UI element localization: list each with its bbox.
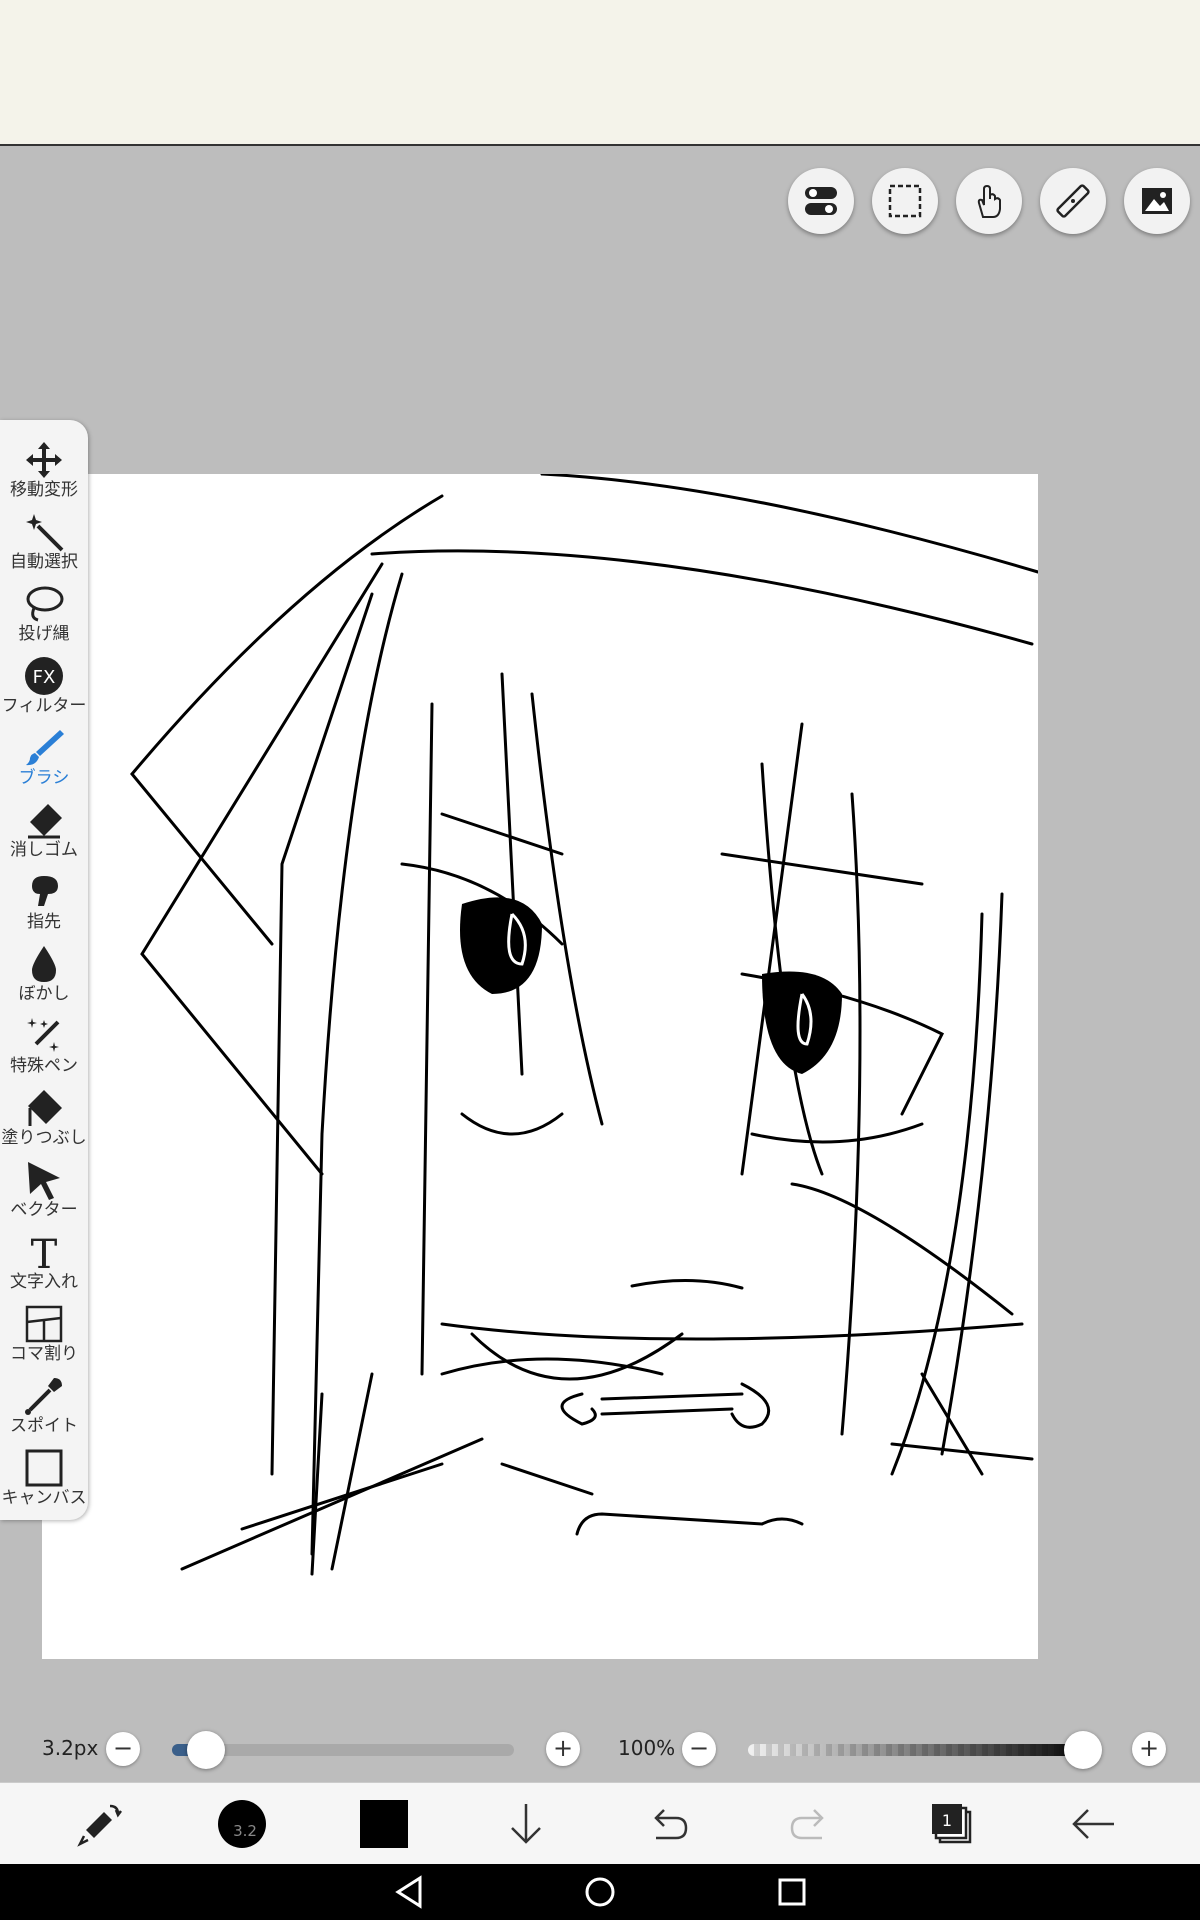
magic-wand-icon bbox=[26, 514, 64, 552]
panel-icon bbox=[25, 1305, 63, 1343]
tool-bucket-fill[interactable]: 塗りつぶし bbox=[0, 1078, 88, 1150]
layers-icon: 1 bbox=[932, 1804, 972, 1844]
brush-size-decrease-button[interactable]: − bbox=[106, 1732, 140, 1766]
tool-move-transform[interactable]: 移動変形 bbox=[0, 430, 88, 502]
tool-eraser[interactable]: 消しゴム bbox=[0, 790, 88, 862]
tool-label: ブラシ bbox=[18, 768, 70, 788]
tool-special-pen[interactable]: 特殊ペン bbox=[0, 1006, 88, 1078]
tool-label: コマ割り bbox=[10, 1344, 78, 1364]
brush-icon bbox=[26, 730, 64, 766]
bottom-toolbar: 3.2 1 bbox=[0, 1782, 1200, 1865]
finger-icon bbox=[32, 876, 58, 906]
opacity-decrease-button[interactable]: − bbox=[682, 1732, 716, 1766]
gesture-button[interactable] bbox=[956, 168, 1022, 234]
toggle-settings-button[interactable] bbox=[788, 168, 854, 234]
svg-text:FX: FX bbox=[33, 667, 56, 688]
tool-label: 投げ縄 bbox=[18, 624, 70, 644]
redo-button[interactable] bbox=[760, 1783, 860, 1865]
tool-label: フィルター bbox=[1, 696, 87, 716]
ruler-icon bbox=[1056, 184, 1090, 218]
svg-text:T: T bbox=[31, 1232, 58, 1272]
ruler-button[interactable] bbox=[1040, 168, 1106, 234]
tool-filter[interactable]: FX フィルター bbox=[0, 646, 88, 718]
lasso-icon bbox=[26, 586, 64, 622]
layers-button[interactable]: 1 bbox=[902, 1783, 1002, 1865]
nav-back-icon[interactable] bbox=[390, 1872, 430, 1912]
dashed-rect-icon bbox=[888, 184, 922, 218]
canvas-icon bbox=[25, 1449, 63, 1487]
tool-label: スポイト bbox=[10, 1416, 78, 1436]
hand-icon bbox=[977, 184, 1001, 218]
undo-icon bbox=[654, 1809, 688, 1840]
toggle-icon bbox=[805, 187, 837, 215]
tool-label: 塗りつぶし bbox=[1, 1128, 87, 1148]
tool-label: 自動選択 bbox=[10, 552, 78, 572]
layer-count: 1 bbox=[942, 1811, 952, 1830]
opacity-slider-knob[interactable] bbox=[1064, 1731, 1102, 1769]
brush-size-increase-button[interactable]: + bbox=[546, 1732, 580, 1766]
tool-label: 消しゴム bbox=[10, 840, 78, 860]
tool-panel-split[interactable]: コマ割り bbox=[0, 1294, 88, 1366]
tool-label: キャンバス bbox=[1, 1488, 87, 1508]
eyedropper-icon bbox=[25, 1378, 62, 1415]
tool-blur[interactable]: ぼかし bbox=[0, 934, 88, 1006]
color-swatch-button[interactable] bbox=[334, 1783, 434, 1865]
tool-lasso[interactable]: 投げ縄 bbox=[0, 574, 88, 646]
tool-label: 文字入れ bbox=[10, 1272, 78, 1292]
brush-size-icon: 3.2 bbox=[218, 1800, 266, 1848]
sketch-drawing bbox=[130, 474, 1038, 1576]
tool-label: ベクター bbox=[10, 1200, 78, 1220]
opacity-increase-button[interactable]: + bbox=[1132, 1732, 1166, 1766]
tool-label: 特殊ペン bbox=[10, 1056, 78, 1076]
tool-vector[interactable]: ベクター bbox=[0, 1150, 88, 1222]
brush-size-button[interactable]: 3.2 bbox=[192, 1783, 292, 1865]
fx-icon: FX bbox=[25, 657, 63, 695]
swap-tool-button[interactable] bbox=[50, 1783, 150, 1865]
vector-arrow-icon bbox=[28, 1162, 60, 1200]
download-button[interactable] bbox=[476, 1783, 576, 1865]
image-icon bbox=[1142, 188, 1172, 214]
tool-finger[interactable]: 指先 bbox=[0, 862, 88, 934]
brush-size-slider-knob[interactable] bbox=[187, 1731, 226, 1769]
tool-eyedropper[interactable]: スポイト bbox=[0, 1366, 88, 1438]
brush-size-readout: 3.2px bbox=[42, 1736, 99, 1760]
tool-label: 指先 bbox=[27, 912, 61, 932]
eraser-icon bbox=[28, 804, 62, 839]
color-swatch-icon bbox=[360, 1800, 408, 1848]
special-pen-icon bbox=[27, 1018, 60, 1052]
opacity-readout: 100% bbox=[618, 1736, 676, 1760]
tool-auto-select[interactable]: 自動選択 bbox=[0, 502, 88, 574]
blur-drop-icon bbox=[32, 946, 56, 982]
nav-recents-icon[interactable] bbox=[772, 1872, 812, 1912]
image-button[interactable] bbox=[1124, 168, 1190, 234]
text-icon: T bbox=[31, 1232, 58, 1272]
swap-tool-icon bbox=[77, 1804, 122, 1847]
down-arrow-icon bbox=[511, 1804, 541, 1844]
selection-button[interactable] bbox=[872, 168, 938, 234]
opacity-slider-track[interactable] bbox=[748, 1744, 1094, 1756]
app-top-bar bbox=[0, 0, 1200, 146]
drawing-canvas[interactable] bbox=[42, 474, 1038, 1659]
tool-label: ぼかし bbox=[18, 984, 70, 1004]
move-icon bbox=[26, 442, 62, 478]
nav-home-icon[interactable] bbox=[580, 1872, 620, 1912]
back-button[interactable] bbox=[1044, 1783, 1144, 1865]
undo-button[interactable] bbox=[618, 1783, 718, 1865]
back-arrow-icon bbox=[1072, 1809, 1114, 1839]
redo-icon bbox=[790, 1809, 824, 1840]
bucket-icon bbox=[28, 1090, 62, 1126]
tool-text[interactable]: T 文字入れ bbox=[0, 1222, 88, 1294]
brush-size-badge: 3.2 bbox=[233, 1822, 257, 1840]
tool-label: 移動変形 bbox=[10, 480, 78, 500]
tool-brush[interactable]: ブラシ bbox=[0, 718, 88, 790]
system-nav-bar bbox=[0, 1864, 1200, 1920]
tool-canvas[interactable]: キャンバス bbox=[0, 1438, 88, 1510]
